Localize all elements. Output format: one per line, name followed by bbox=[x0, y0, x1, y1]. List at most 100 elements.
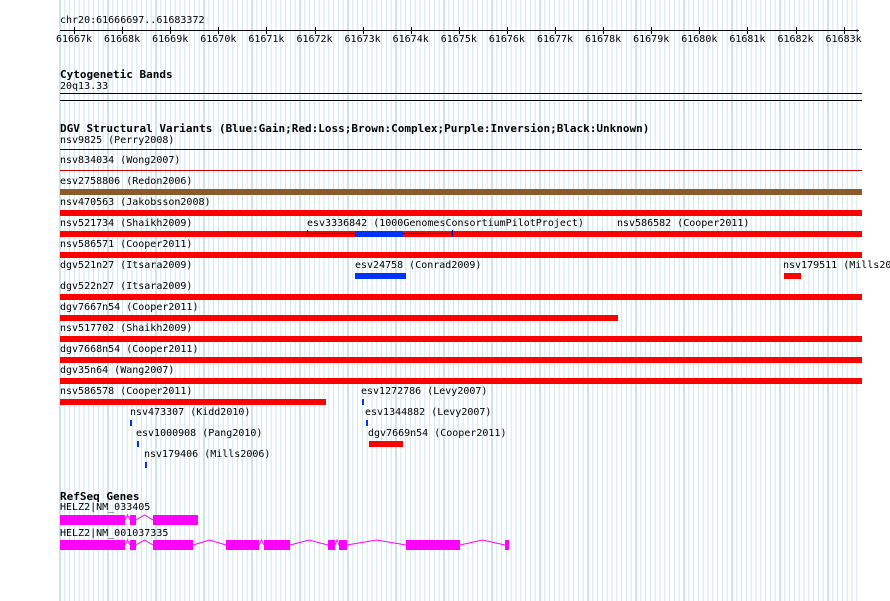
refseq-exon bbox=[339, 540, 347, 550]
ruler[interactable]: › 61667k 61668k 61669k 61670k 61671k 61672k 61… bbox=[0, 0, 890, 48]
ruler-tick bbox=[410, 27, 412, 34]
ruler-tick-label: 61672k bbox=[296, 34, 333, 45]
refseq-exon bbox=[60, 515, 125, 525]
refseq-intron bbox=[192, 539, 227, 546]
ruler-tick bbox=[651, 27, 653, 34]
ruler-tick-label: 61667k bbox=[55, 34, 93, 45]
dgv-track-title: DGV Structural Variants (Blue:Gain;Red:L… bbox=[60, 122, 650, 135]
refseq-exon bbox=[505, 540, 509, 550]
dgv-feature-bar[interactable] bbox=[60, 378, 862, 384]
dgv-feature-label[interactable]: nsv586582 (Cooper2011) bbox=[617, 218, 749, 230]
ruler-tick-label: 61668k bbox=[104, 34, 141, 45]
dgv-feature-bar[interactable] bbox=[60, 170, 862, 171]
dgv-feature-label[interactable]: dgv7669n54 (Cooper2011) bbox=[368, 428, 506, 440]
refseq-exon bbox=[226, 540, 259, 550]
refseq-intron bbox=[135, 539, 154, 546]
ruler-tick bbox=[314, 27, 316, 34]
dgv-feature-bar[interactable] bbox=[369, 441, 403, 447]
ruler-tick bbox=[747, 27, 749, 34]
dgv-feature-label[interactable]: nsv179511 (Mills2006) bbox=[783, 260, 890, 272]
dgv-feature-label[interactable]: nsv586578 (Cooper2011) bbox=[60, 386, 192, 398]
dgv-feature-bar[interactable] bbox=[355, 273, 406, 279]
ruler-tick-label: 61671k bbox=[248, 34, 285, 45]
dgv-feature-bar[interactable] bbox=[60, 315, 618, 321]
refseq-gene-model[interactable] bbox=[0, 510, 890, 530]
ruler-tick-label: 61669k bbox=[152, 34, 189, 45]
dgv-feature-label[interactable]: nsv517702 (Shaikh2009) bbox=[60, 323, 192, 335]
dgv-feature-label[interactable]: esv1344882 (Levy2007) bbox=[365, 407, 491, 419]
dgv-feature-label[interactable]: esv2758806 (Redon2006) bbox=[60, 176, 192, 188]
dgv-feature-label[interactable]: dgv522n27 (Itsara2009) bbox=[60, 281, 192, 293]
ruler-tick bbox=[555, 27, 556, 34]
dgv-feature-bar[interactable] bbox=[60, 189, 862, 195]
ruler-tick-label: 61670k bbox=[200, 34, 237, 45]
dgv-feature-bar[interactable] bbox=[130, 420, 132, 426]
dgv-feature-label[interactable]: esv24758 (Conrad2009) bbox=[355, 260, 481, 272]
dgv-feature-bar[interactable] bbox=[60, 210, 862, 216]
dgv-feature-whisker-cap bbox=[307, 230, 308, 237]
ruler-tick-label: 61674k bbox=[392, 34, 429, 45]
dgv-feature-label[interactable]: dgv7668n54 (Cooper2011) bbox=[60, 344, 198, 356]
dgv-feature-bar[interactable] bbox=[617, 231, 862, 237]
dgv-feature-bar[interactable] bbox=[784, 273, 801, 279]
refseq-exon bbox=[406, 540, 460, 550]
ruler-tick bbox=[74, 27, 75, 34]
refseq-intron bbox=[135, 514, 154, 521]
dgv-feature-bar[interactable] bbox=[362, 399, 364, 405]
dgv-feature-bar[interactable] bbox=[366, 420, 368, 426]
ruler-tick bbox=[122, 27, 124, 34]
refseq-intron bbox=[124, 513, 131, 521]
refseq-intron bbox=[258, 538, 265, 546]
ruler-tick bbox=[843, 27, 845, 34]
ruler-tick bbox=[170, 27, 172, 34]
dgv-feature-whisker-cap bbox=[452, 230, 453, 237]
dgv-feature-bar[interactable] bbox=[60, 399, 326, 405]
ruler-tick-label: 61679k bbox=[633, 34, 670, 45]
ruler-tick bbox=[506, 27, 508, 34]
dgv-feature-label[interactable]: nsv834034 (Wong2007) bbox=[60, 155, 180, 167]
dgv-feature-label[interactable]: nsv473307 (Kidd2010) bbox=[130, 407, 250, 419]
dgv-feature-bar[interactable] bbox=[60, 357, 862, 363]
dgv-feature-label[interactable]: nsv470563 (Jakobsson2008) bbox=[60, 197, 211, 209]
ruler-tick bbox=[699, 27, 701, 34]
ruler-tick-label: 61676k bbox=[488, 34, 525, 45]
cyto-track-title: Cytogenetic Bands bbox=[60, 68, 173, 81]
refseq-intron bbox=[289, 539, 329, 546]
dgv-feature-bar[interactable] bbox=[355, 231, 403, 237]
dgv-feature-bar[interactable] bbox=[145, 462, 147, 468]
refseq-exon bbox=[328, 540, 335, 550]
ruler-tick-label: 61682k bbox=[777, 34, 814, 45]
dgv-feature-label[interactable]: dgv35n64 (Wang2007) bbox=[60, 365, 174, 377]
ruler-tick-label: 61678k bbox=[585, 34, 622, 45]
ruler-tick-label: 61681k bbox=[729, 34, 766, 45]
dgv-feature-label[interactable]: esv3336842 (1000GenomesConsortiumPilotPr… bbox=[307, 218, 584, 230]
refseq-exon bbox=[130, 540, 136, 550]
refseq-exon bbox=[153, 540, 193, 550]
cyto-band-line-1 bbox=[60, 93, 862, 94]
refseq-exon bbox=[264, 540, 290, 550]
ruler-tick-label: 61680k bbox=[681, 34, 718, 45]
dgv-feature-bar[interactable] bbox=[137, 441, 139, 447]
dgv-feature-label[interactable]: esv1272786 (Levy2007) bbox=[361, 386, 487, 398]
ruler-tick bbox=[362, 27, 364, 34]
dgv-feature-label[interactable]: dgv521n27 (Itsara2009) bbox=[60, 260, 192, 272]
dgv-feature-bar[interactable] bbox=[60, 149, 862, 150]
ruler-tick bbox=[795, 27, 797, 34]
dgv-feature-bar[interactable] bbox=[60, 252, 862, 258]
dgv-feature-label[interactable]: esv1000908 (Pang2010) bbox=[136, 428, 262, 440]
dgv-feature-bar[interactable] bbox=[60, 336, 862, 342]
ruler-tick bbox=[603, 27, 605, 34]
dgv-feature-label[interactable]: dgv7667n54 (Cooper2011) bbox=[60, 302, 198, 314]
cyto-band-label: 20q13.33 bbox=[60, 81, 109, 92]
refseq-gene-model[interactable] bbox=[0, 535, 890, 555]
ruler-tick-label: 61675k bbox=[440, 34, 477, 45]
refseq-exon bbox=[153, 515, 198, 525]
cyto-band-line-2 bbox=[60, 100, 862, 101]
dgv-feature-label[interactable]: nsv521734 (Shaikh2009) bbox=[60, 218, 192, 230]
dgv-feature-label[interactable]: nsv179406 (Mills2006) bbox=[144, 449, 270, 461]
refseq-intron bbox=[334, 538, 340, 546]
dgv-feature-label[interactable]: nsv9825 (Perry2008) bbox=[60, 135, 174, 147]
dgv-feature-bar[interactable] bbox=[60, 294, 862, 300]
ruler-tick-label: 61677k bbox=[536, 34, 574, 45]
dgv-feature-label[interactable]: nsv586571 (Cooper2011) bbox=[60, 239, 192, 251]
